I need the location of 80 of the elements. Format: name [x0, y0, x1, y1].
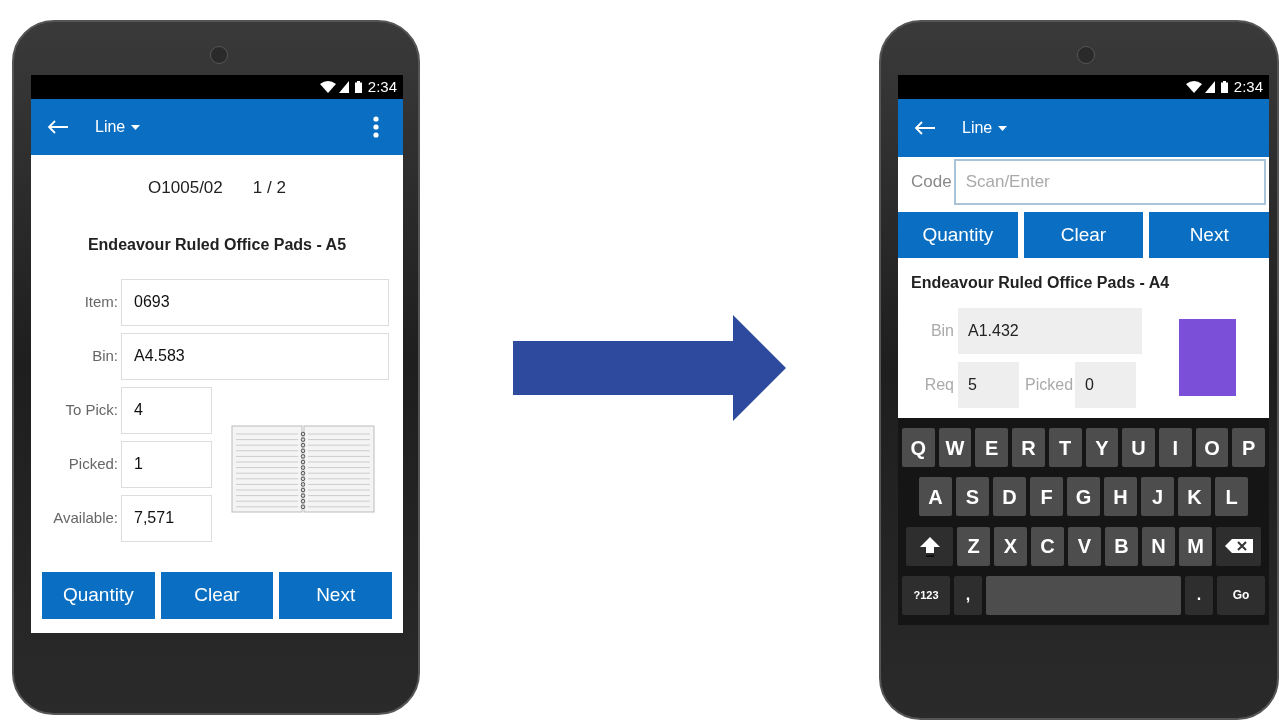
action-button[interactable]: Next: [1149, 212, 1269, 258]
keyboard-key[interactable]: H: [1104, 477, 1137, 517]
status-time: 2:34: [367, 76, 397, 97]
text-field[interactable]: 4: [121, 386, 212, 434]
text-field[interactable]: 0: [1075, 362, 1137, 408]
keyboard-key[interactable]: M: [1179, 526, 1212, 566]
camera-icon: [210, 46, 228, 64]
line-position: 1 / 2: [252, 177, 286, 199]
keyboard-key[interactable]: N: [1142, 526, 1175, 566]
text-field[interactable]: 5: [958, 362, 1019, 408]
action-button[interactable]: Clear: [160, 571, 274, 619]
shift-key[interactable]: [906, 526, 953, 566]
keyboard-key[interactable]: Z: [957, 526, 990, 566]
text-field[interactable]: 7,571: [121, 494, 212, 542]
keyboard-key[interactable]: Q: [902, 428, 935, 468]
caret-icon: [998, 125, 1008, 131]
keyboard-key[interactable]: C: [1031, 526, 1064, 566]
keyboard-key[interactable]: ?123: [902, 575, 950, 615]
keyboard-key[interactable]: L: [1215, 477, 1248, 517]
keyboard-key[interactable]: W: [938, 428, 972, 468]
action-button[interactable]: Quantity: [42, 571, 155, 619]
product-name: Endeavour Ruled Office Pads - A4: [911, 273, 1171, 293]
title-dropdown[interactable]: Line: [95, 115, 141, 139]
keyboard-key[interactable]: E: [975, 428, 1009, 468]
signal-icon: [338, 81, 349, 93]
keyboard-key[interactable]: K: [1178, 477, 1211, 517]
keyboard-key[interactable]: S: [956, 477, 989, 517]
status-time: 2:34: [1233, 76, 1263, 97]
text-field[interactable]: 1: [121, 440, 212, 488]
keyboard-key[interactable]: J: [1141, 477, 1174, 517]
keyboard-key[interactable]: G: [1067, 477, 1100, 517]
caret-icon: [131, 124, 141, 130]
camera-icon: [1077, 46, 1095, 64]
keyboard-key[interactable]: .: [1185, 575, 1213, 615]
title-dropdown[interactable]: Line: [962, 116, 1008, 140]
product-name: Endeavour Ruled Office Pads - A5: [86, 234, 348, 255]
keyboard-key[interactable]: B: [1105, 526, 1138, 566]
keyboard-key[interactable]: D: [993, 477, 1026, 517]
keyboard-key[interactable]: Y: [1085, 428, 1119, 468]
back-arrow-icon[interactable]: [914, 121, 936, 135]
text-field[interactable]: A1.432: [958, 308, 1142, 354]
right-arrow-icon: [513, 315, 786, 421]
field-label: Picked:: [67, 453, 119, 474]
code-input-field[interactable]: Scan/Enter: [953, 159, 1266, 205]
keyboard-key[interactable]: O: [1195, 428, 1229, 468]
field-label: Req: [923, 375, 955, 395]
more-menu-icon[interactable]: [373, 116, 379, 138]
keyboard-key[interactable]: V: [1068, 526, 1101, 566]
field-label: Bin: [929, 321, 955, 341]
keyboard-key[interactable]: I: [1158, 428, 1192, 468]
action-button[interactable]: Clear: [1023, 212, 1144, 258]
battery-icon: [1220, 81, 1228, 93]
backspace-icon: [1224, 539, 1253, 554]
field-label: Available:: [52, 507, 119, 528]
keyboard-key[interactable]: A: [919, 477, 952, 517]
keyboard-key[interactable]: ,: [954, 575, 982, 615]
field-label: To Pick:: [64, 399, 119, 420]
field-label: Picked: [1025, 375, 1075, 395]
keyboard-key[interactable]: Go: [1217, 575, 1265, 615]
shift-icon: [918, 535, 941, 558]
back-arrow-icon[interactable]: [47, 120, 69, 134]
action-button[interactable]: Next: [279, 571, 392, 619]
keyboard-key[interactable]: X: [994, 526, 1027, 566]
code-label: Code: [911, 171, 952, 194]
wifi-icon: [1185, 81, 1202, 93]
backspace-key[interactable]: [1216, 526, 1261, 566]
keyboard-key[interactable]: R: [1012, 428, 1045, 468]
text-field[interactable]: 0693: [121, 278, 389, 326]
field-label: Bin:: [91, 345, 119, 366]
field-label: Item:: [83, 291, 119, 312]
keyboard-key[interactable]: P: [1232, 428, 1265, 468]
signal-icon: [1204, 81, 1215, 93]
wifi-icon: [319, 81, 336, 93]
keyboard-key[interactable]: U: [1122, 428, 1155, 468]
keyboard-key[interactable]: T: [1048, 428, 1082, 468]
order-number: O1005/02: [148, 177, 223, 199]
battery-icon: [354, 81, 362, 93]
text-field[interactable]: A4.583: [121, 332, 389, 380]
keyboard-key[interactable]: F: [1030, 477, 1063, 517]
action-button[interactable]: Quantity: [898, 212, 1018, 258]
